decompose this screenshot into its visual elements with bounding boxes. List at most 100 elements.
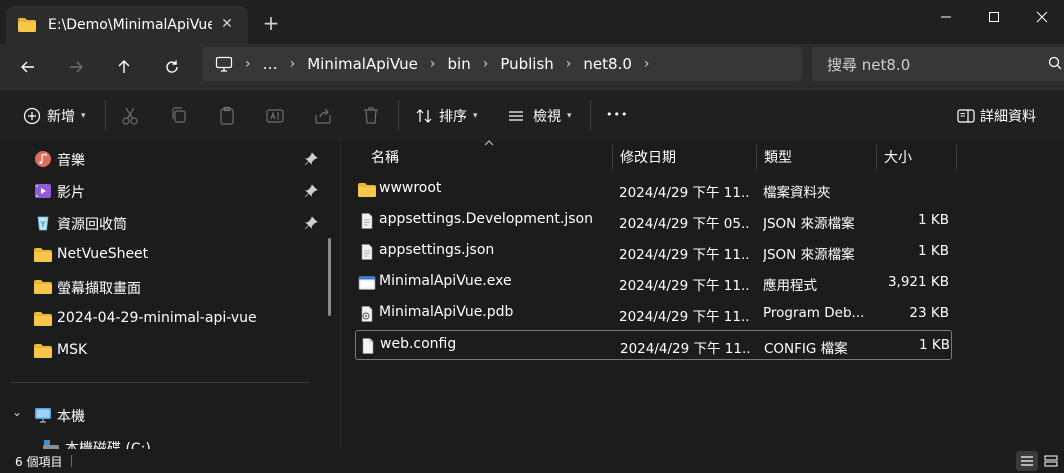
- sidebar-item-netvuesheet[interactable]: NetVueSheet: [0, 240, 330, 270]
- rename-icon: [266, 109, 284, 123]
- new-tab-button[interactable]: +: [260, 12, 282, 34]
- breadcrumb-net8[interactable]: net8.0: [583, 55, 631, 73]
- file-date: 2024/4/29 下午 11...: [619, 185, 751, 201]
- config-file-icon: [362, 338, 374, 354]
- file-row-web-config[interactable]: web.config 2024/4/29 下午 11... CONFIG 檔案 …: [355, 330, 952, 360]
- column-header-name[interactable]: 名稱: [371, 142, 399, 172]
- breadcrumb-bin[interactable]: bin: [448, 55, 471, 73]
- paste-button[interactable]: [215, 104, 239, 128]
- copy-icon: [172, 107, 186, 123]
- cut-button[interactable]: [118, 104, 142, 128]
- maximize-button[interactable]: [971, 4, 1017, 30]
- chevron-right-icon[interactable]: ›: [644, 56, 650, 72]
- sidebar-item-minimal-api-vue[interactable]: 2024-04-29-minimal-api-vue: [0, 304, 330, 334]
- close-tab-icon[interactable]: ✕: [218, 15, 236, 33]
- new-button[interactable]: 新增 ▾: [20, 104, 86, 128]
- details-pane-icon: [957, 109, 975, 123]
- sidebar-item-label: 本機: [57, 409, 85, 425]
- column-divider[interactable]: [612, 145, 613, 171]
- refresh-button[interactable]: [157, 52, 187, 82]
- chevron-right-icon: ›: [245, 56, 251, 72]
- details-view-button[interactable]: [1016, 451, 1038, 471]
- file-row-wwwroot[interactable]: wwwroot 2024/4/29 下午 11... 檔案資料夾: [355, 175, 952, 205]
- column-divider[interactable]: [756, 145, 757, 171]
- sidebar-item-msk[interactable]: MSK: [0, 336, 330, 366]
- file-name: wwwroot: [379, 180, 442, 196]
- file-name: appsettings.Development.json: [379, 211, 593, 227]
- file-name: appsettings.json: [379, 242, 495, 258]
- search-placeholder: 搜尋 net8.0: [827, 55, 911, 74]
- command-bar: 新增 ▾ 排序 ▾ 檢視 ▾ ••• 詳細資料: [0, 90, 1064, 142]
- breadcrumb-minimalapivue[interactable]: MinimalApiVue: [307, 55, 418, 73]
- sidebar-item-this-pc[interactable]: ⌄ 本機: [0, 400, 330, 430]
- sidebar-item-videos[interactable]: 影片: [0, 176, 330, 206]
- sort-label: 排序: [439, 109, 467, 125]
- breadcrumb-publish[interactable]: Publish: [500, 55, 553, 73]
- file-row-appsettings[interactable]: appsettings.json 2024/4/29 下午 11... JSON…: [355, 237, 952, 267]
- column-header-size[interactable]: 大小: [884, 142, 912, 172]
- column-divider[interactable]: [956, 145, 957, 171]
- pin-icon[interactable]: [304, 184, 318, 198]
- view-button[interactable]: 檢視 ▾: [504, 104, 572, 128]
- copy-button[interactable]: [167, 104, 191, 128]
- pane-splitter[interactable]: [340, 142, 341, 449]
- title-bar: E:\Demo\MinimalApiVue\ ✕ +: [0, 0, 1064, 44]
- minimize-button[interactable]: [923, 4, 969, 30]
- sidebar-item-screenshots[interactable]: 螢幕擷取畫面: [0, 272, 330, 302]
- sidebar-item-music[interactable]: 音樂: [0, 144, 330, 174]
- file-size: 1 KB: [918, 243, 949, 259]
- divider: [590, 100, 591, 130]
- sidebar-item-drive-c[interactable]: 本機磁碟 (C:): [0, 432, 330, 449]
- search-input[interactable]: 搜尋 net8.0: [812, 47, 1064, 81]
- column-header-type[interactable]: 類型: [764, 142, 792, 172]
- file-row-minimalapivue-pdb[interactable]: MinimalApiVue.pdb 2024/4/29 下午 11... Pro…: [355, 299, 952, 329]
- back-button[interactable]: [13, 52, 43, 82]
- file-type: Program Deb...: [763, 305, 865, 321]
- share-icon: [315, 108, 331, 124]
- address-bar[interactable]: › … › MinimalApiVue › bin › Publish › ne…: [202, 47, 802, 81]
- recycle-bin-icon: [37, 216, 49, 231]
- sort-button[interactable]: 排序 ▾: [412, 104, 478, 128]
- pin-icon[interactable]: [304, 216, 318, 230]
- chevron-down-icon: ▾: [473, 111, 478, 121]
- status-bar: 6 個項目: [0, 449, 1064, 473]
- file-type: JSON 來源檔案: [763, 247, 855, 263]
- column-header-date[interactable]: 修改日期: [620, 142, 676, 172]
- chevron-right-icon: ›: [565, 56, 572, 72]
- sort-icon: [416, 109, 432, 123]
- chevron-down-icon[interactable]: ⌄: [12, 405, 22, 419]
- forward-button[interactable]: [61, 52, 91, 82]
- tiles-view-button[interactable]: [1040, 451, 1062, 471]
- sidebar-scrollbar[interactable]: [328, 238, 331, 316]
- up-button[interactable]: [109, 52, 139, 82]
- pdb-file-icon: [361, 306, 373, 322]
- column-divider[interactable]: [876, 145, 877, 171]
- file-type: 檔案資料夾: [763, 185, 831, 201]
- details-pane-button[interactable]: 詳細資料: [954, 104, 1036, 128]
- file-size: 1 KB: [919, 337, 950, 353]
- plus-circle-icon: [23, 107, 41, 125]
- chevron-right-icon: ›: [289, 56, 296, 72]
- breadcrumb-more[interactable]: …: [263, 55, 278, 73]
- file-date: 2024/4/29 下午 11...: [620, 341, 752, 357]
- tab-current[interactable]: E:\Demo\MinimalApiVue\ ✕: [6, 6, 248, 44]
- divider: [71, 455, 72, 467]
- file-row-appsettings-development[interactable]: appsettings.Development.json 2024/4/29 下…: [355, 206, 952, 236]
- json-file-icon: [361, 244, 373, 260]
- file-name: MinimalApiVue.pdb: [379, 304, 514, 320]
- column-name-label: 名稱: [371, 150, 399, 166]
- file-size: 1 KB: [918, 212, 949, 228]
- share-button[interactable]: [311, 104, 335, 128]
- close-window-button[interactable]: [1019, 4, 1064, 30]
- sidebar-item-recycle-bin[interactable]: 資源回收筒: [0, 208, 330, 238]
- more-options-button[interactable]: •••: [606, 102, 628, 126]
- pin-icon[interactable]: [304, 152, 318, 166]
- folder-icon: [34, 248, 52, 262]
- file-row-minimalapivue-exe[interactable]: MinimalApiVue.exe 2024/4/29 下午 11... 應用程…: [355, 268, 952, 298]
- rename-button[interactable]: [263, 104, 287, 128]
- file-date: 2024/4/29 下午 05...: [619, 216, 751, 232]
- delete-button[interactable]: [359, 104, 383, 128]
- sidebar-item-label: NetVueSheet: [57, 246, 149, 262]
- file-type: JSON 來源檔案: [763, 216, 855, 232]
- video-icon: [35, 184, 51, 198]
